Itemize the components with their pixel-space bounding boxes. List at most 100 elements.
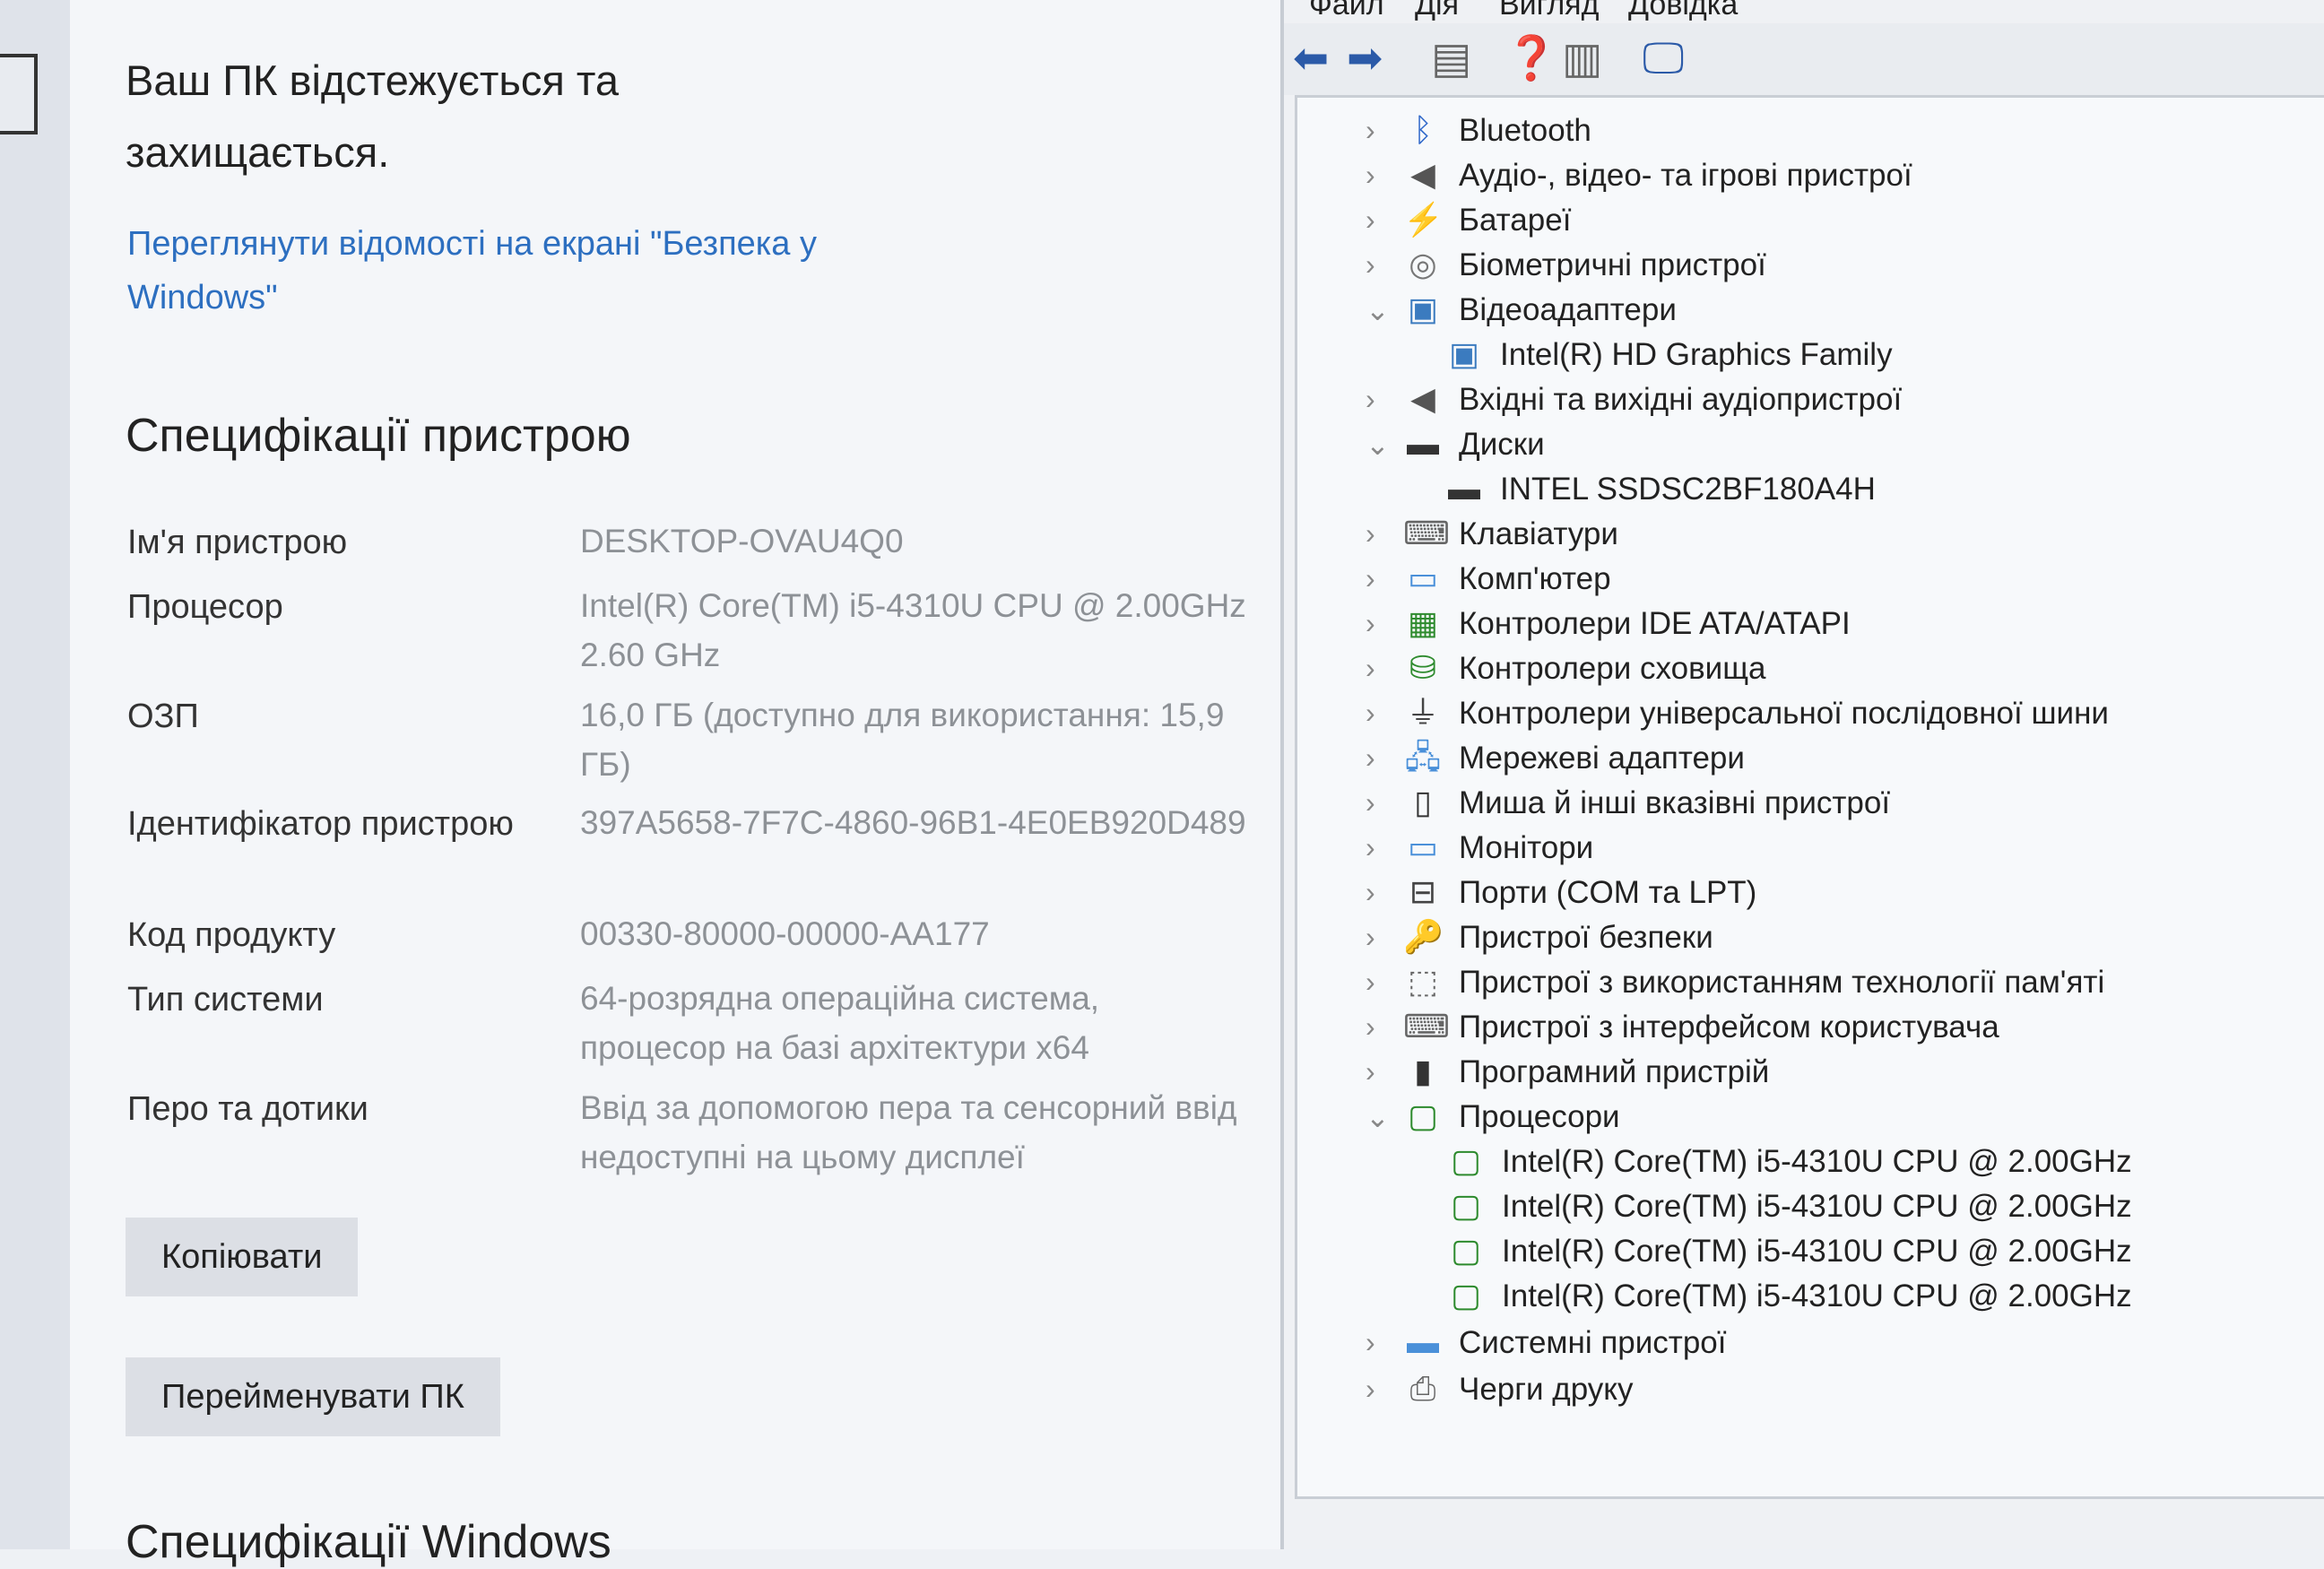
disk-icon: ▬ [1448, 470, 1480, 507]
display-adapter-icon: ▣ [1448, 335, 1479, 372]
spec-value: 16,0 ГБ (доступно для використання: 15,9… [580, 697, 1225, 783]
tree-node-label: Intel(R) Core(TM) i5-4310U CPU @ 2.00GHz [1502, 1234, 2132, 1269]
spec-value: DESKTOP-OVAU4Q0 [580, 523, 904, 559]
show-hide-icon[interactable]: ▥ [1562, 36, 1602, 82]
tree-node-label: Intel(R) HD Graphics Family [1500, 337, 1893, 372]
spec-label: Тип системи [127, 981, 324, 1019]
chevron-right-icon[interactable]: › [1366, 159, 1387, 192]
chevron-down-icon[interactable]: ⌄ [1366, 1100, 1390, 1134]
tree-node-label: Аудіо-, відео- та ігрові пристрої [1459, 158, 1912, 193]
port-icon: ⊟ [1409, 873, 1437, 910]
tree-node-label: Мережеві адаптери [1459, 741, 1745, 776]
spec-value: Ввід за допомогою пера та сенсорний ввід… [580, 1089, 1237, 1175]
security-device-icon: 🔑 [1403, 918, 1444, 955]
rename-pc-button[interactable]: Перейменувати ПК [126, 1357, 500, 1436]
computer-icon: ▭ [1407, 559, 1438, 596]
spec-value: Intel(R) Core(TM) i5-4310U CPU @ 2.00GHz… [580, 587, 1246, 673]
printer-icon: ⎙ [1409, 1370, 1436, 1407]
ide-controller-icon: ▦ [1407, 604, 1438, 641]
tree-node-label: Контролери універсальної послідовної шин… [1459, 696, 2109, 731]
device-specs-heading: Специфікації пристрою [126, 410, 631, 462]
tree-node-label: INTEL SSDSC2BF180A4H [1500, 472, 1876, 507]
spec-label: Ідентифікатор пристрою [127, 805, 514, 843]
left-nav-strip [0, 0, 70, 1549]
monitor-icon[interactable]: 🖵 [1643, 36, 1684, 82]
menu-action[interactable]: Дія [1415, 0, 1459, 22]
speaker-icon: ◀ [1410, 380, 1435, 417]
chevron-right-icon[interactable]: › [1366, 966, 1387, 999]
tree-node-label: Миша й інші вказівні пристрої [1459, 785, 1891, 820]
chevron-down-icon[interactable]: ⌄ [1366, 428, 1390, 462]
chevron-right-icon[interactable]: › [1366, 1055, 1387, 1088]
tree-node-label: Контролери сховища [1459, 651, 1766, 686]
tree-node-label: Порти (COM та LPT) [1459, 875, 1757, 910]
chevron-right-icon[interactable]: › [1366, 652, 1387, 685]
network-adapter-icon: 🖧 [1404, 739, 1442, 776]
menu-file[interactable]: Файл [1309, 0, 1384, 22]
properties-icon[interactable]: ▤ [1431, 36, 1471, 82]
nav-button[interactable] [0, 54, 38, 134]
chevron-right-icon[interactable]: › [1366, 786, 1387, 819]
spec-label: Код продукту [127, 916, 336, 954]
mouse-icon: ▯ [1414, 784, 1432, 820]
chevron-right-icon[interactable]: › [1366, 248, 1387, 282]
chevron-right-icon[interactable]: › [1366, 697, 1387, 730]
spec-label: Ім'я пристрою [127, 524, 348, 561]
tree-node-label: Черги друку [1459, 1372, 1634, 1407]
windows-security-link[interactable]: Переглянути відомості на екрані "Безпека… [127, 217, 863, 325]
tree-node-label: Комп'ютер [1459, 561, 1611, 596]
system-devices-icon: ▬ [1407, 1323, 1439, 1360]
tree-node-label: Біометричні пристрої [1459, 247, 1766, 282]
chevron-right-icon[interactable]: › [1366, 1373, 1387, 1406]
chevron-right-icon[interactable]: › [1366, 607, 1387, 640]
spec-label: Перо та дотики [127, 1090, 369, 1128]
about-settings-panel: Ваш ПК відстежується та захищається. Пер… [70, 0, 1280, 1568]
spec-label: Процесор [127, 588, 283, 626]
usb-icon: ⏚ [1406, 694, 1439, 731]
tree-node-label: Батареї [1459, 203, 1572, 238]
chevron-right-icon[interactable]: › [1366, 114, 1387, 147]
tree-node-label: Вхідні та вихідні аудіопристрої [1459, 382, 1903, 417]
chevron-right-icon[interactable]: › [1366, 921, 1387, 954]
chevron-right-icon[interactable]: › [1366, 204, 1387, 237]
help-icon[interactable]: ❓ [1505, 36, 1558, 82]
storage-controller-icon: ⛁ [1409, 649, 1437, 686]
chevron-right-icon[interactable]: › [1366, 741, 1387, 775]
keyboard-icon: ⌨ [1403, 515, 1450, 551]
device-manager-window: Файл Дія Вигляд Довідка ⬅ ➡ ▤ ❓ ▥ 🖵 › ᛒ … [1280, 0, 2324, 1549]
fingerprint-icon: ◎ [1409, 246, 1437, 282]
menu-view[interactable]: Вигляд [1499, 0, 1599, 22]
menu-bar: Файл Дія Вигляд Довідка [1284, 0, 2324, 22]
speaker-icon: ◀ [1410, 156, 1435, 193]
chevron-right-icon[interactable]: › [1366, 1326, 1387, 1359]
tree-node-label: Клавіатури [1459, 516, 1618, 551]
processor-icon: ▢ [1450, 1232, 1481, 1269]
back-arrow-icon[interactable]: ⬅ [1293, 36, 1329, 82]
disk-icon: ▬ [1407, 425, 1439, 462]
chevron-right-icon[interactable]: › [1366, 383, 1387, 416]
chevron-right-icon[interactable]: › [1366, 517, 1387, 550]
memory-device-icon: ⬚ [1407, 963, 1438, 1000]
bluetooth-icon: ᛒ [1413, 111, 1433, 148]
tree-node-label: Intel(R) Core(TM) i5-4310U CPU @ 2.00GHz [1502, 1144, 2132, 1179]
copy-button[interactable]: Копіювати [126, 1218, 359, 1296]
processor-icon: ▢ [1407, 1097, 1438, 1134]
device-tree: › ᛒ Bluetooth › ◀ Аудіо-, відео- та ігро… [1295, 95, 2324, 1499]
chevron-right-icon[interactable]: › [1366, 562, 1387, 595]
tree-node-label: Intel(R) Core(TM) i5-4310U CPU @ 2.00GHz [1502, 1189, 2132, 1224]
processor-icon: ▢ [1450, 1142, 1481, 1179]
processor-icon: ▢ [1450, 1277, 1481, 1313]
monitor-icon: ▭ [1407, 828, 1438, 865]
chevron-right-icon[interactable]: › [1366, 1010, 1387, 1044]
menu-help[interactable]: Довідка [1628, 0, 1738, 22]
tree-node-label: Контролери IDE ATA/ATAPI [1459, 606, 1851, 641]
tree-node-label: Пристрої з використанням технології пам'… [1459, 965, 2105, 1000]
tree-node-label: Пристрої безпеки [1459, 920, 1713, 955]
chevron-down-icon[interactable]: ⌄ [1366, 293, 1390, 327]
chevron-right-icon[interactable]: › [1366, 876, 1387, 909]
tree-node-label: Процесори [1459, 1099, 1620, 1134]
spec-value: 00330-80000-00000-AA177 [580, 915, 990, 952]
chevron-right-icon[interactable]: › [1366, 831, 1387, 864]
forward-arrow-icon[interactable]: ➡ [1347, 36, 1383, 82]
software-device-icon: ▮ [1414, 1053, 1432, 1089]
